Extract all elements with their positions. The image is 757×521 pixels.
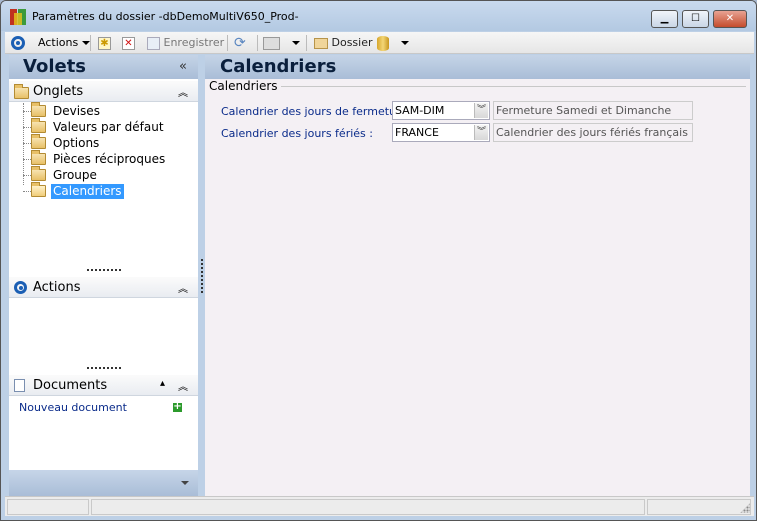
folder-icon xyxy=(31,118,46,133)
holiday-calendar-label: Calendrier des jours fériés : xyxy=(221,127,373,140)
section-splitter[interactable] xyxy=(87,269,121,271)
save-icon xyxy=(147,36,160,50)
toolbar: Actions ✱ ✕ Enregistrer ⟳ Dossier xyxy=(5,32,754,54)
title-bar[interactable]: Paramètres du dossier -dbDemoMultiV650_P… xyxy=(1,1,756,31)
holiday-calendar-value: FRANCE xyxy=(395,126,439,139)
onglets-section-header[interactable]: Onglets ︽ xyxy=(9,81,198,102)
print-button[interactable] xyxy=(263,35,300,51)
chevron-up-icon[interactable]: ▴ xyxy=(160,378,165,389)
status-bar xyxy=(5,496,754,516)
chevron-down-icon xyxy=(400,41,409,45)
left-panel-footer xyxy=(9,470,198,496)
main-header: Calendriers xyxy=(205,55,750,79)
double-chevron-up-icon[interactable]: ︽ xyxy=(178,84,188,99)
toolbar-separator xyxy=(90,35,91,51)
tree-item-label: Valeurs par défaut xyxy=(53,120,164,134)
chevron-down-icon xyxy=(81,41,90,45)
folder-icon xyxy=(31,166,46,181)
database-button[interactable] xyxy=(377,35,409,51)
volets-title: Volets xyxy=(23,56,87,77)
tree-item-label: Devises xyxy=(53,104,100,118)
tree-item-calendriers[interactable]: Calendriers xyxy=(23,182,193,199)
tree-item-pieces-reciproques[interactable]: Pièces réciproques xyxy=(23,150,193,167)
delete-icon[interactable]: ✕ xyxy=(122,35,135,51)
holiday-calendar-description: Calendrier des jours fériés français xyxy=(493,123,693,142)
print-icon xyxy=(263,36,280,50)
ring-icon[interactable] xyxy=(11,35,25,51)
folder-icon xyxy=(31,150,46,165)
onglets-label: Onglets xyxy=(33,84,84,99)
save-button[interactable]: Enregistrer xyxy=(147,35,224,51)
closing-calendar-value: SAM-DIM xyxy=(395,104,445,117)
maximize-button[interactable]: ☐ xyxy=(682,10,709,28)
add-document-icon[interactable]: + xyxy=(173,402,182,412)
main-panel: Calendriers Calendriers Calendrier des j… xyxy=(205,55,750,496)
tree-item-groupe[interactable]: Groupe xyxy=(23,166,193,183)
refresh-icon[interactable]: ⟳ xyxy=(234,35,246,51)
double-chevron-down-icon[interactable]: ︾ xyxy=(474,125,488,140)
new-icon[interactable]: ✱ xyxy=(98,35,111,51)
close-button[interactable]: ✕ xyxy=(713,10,747,28)
double-chevron-up-icon[interactable]: ︽ xyxy=(178,378,188,393)
tree-item-label: Pièces réciproques xyxy=(53,152,166,166)
minimize-button[interactable]: ▁ xyxy=(651,10,678,28)
app-icon xyxy=(10,9,26,25)
documents-label: Documents xyxy=(33,378,108,393)
tree-item-label: Calendriers xyxy=(51,184,124,199)
status-cell xyxy=(647,499,751,515)
folder-icon xyxy=(31,102,46,117)
save-label: Enregistrer xyxy=(163,36,225,49)
left-panel: Volets « Onglets ︽ Devises Valeurs par d… xyxy=(9,55,198,496)
new-document-link[interactable]: Nouveau document xyxy=(19,401,127,414)
chevron-down-icon[interactable] xyxy=(181,481,189,485)
tree-item-devises[interactable]: Devises xyxy=(23,102,193,119)
group-divider xyxy=(281,86,746,87)
double-chevron-down-icon[interactable]: ︾ xyxy=(474,103,488,118)
toolbar-separator xyxy=(257,35,258,51)
window-title: Paramètres du dossier -dbDemoMultiV650_P… xyxy=(32,10,299,23)
closing-calendar-select[interactable]: SAM-DIM ︾ xyxy=(392,101,490,120)
open-folder-icon xyxy=(31,182,46,197)
actions-menu-button[interactable]: Actions xyxy=(38,35,90,51)
folder-icon xyxy=(31,134,46,149)
app-window: Paramètres du dossier -dbDemoMultiV650_P… xyxy=(0,0,757,521)
status-cell xyxy=(7,499,89,515)
status-cell xyxy=(91,499,645,515)
closing-calendar-description: Fermeture Samedi et Dimanche xyxy=(493,101,693,120)
document-icon xyxy=(14,379,25,392)
folder-label: Dossier xyxy=(331,36,373,49)
ring-icon xyxy=(14,280,27,294)
tree-item-label: Groupe xyxy=(53,168,97,182)
database-icon xyxy=(377,35,389,51)
tree-item-label: Options xyxy=(53,136,100,150)
section-splitter[interactable] xyxy=(87,367,121,369)
actions-section-header[interactable]: Actions ︽ xyxy=(9,277,198,298)
folder-button[interactable]: Dossier xyxy=(314,35,373,51)
page-title: Calendriers xyxy=(220,56,337,77)
double-chevron-up-icon[interactable]: ︽ xyxy=(178,280,188,295)
volets-header: Volets « xyxy=(9,55,198,79)
vertical-splitter[interactable] xyxy=(201,259,203,293)
chevron-down-icon xyxy=(291,41,300,45)
toolbar-separator xyxy=(306,35,307,51)
holiday-calendar-select[interactable]: FRANCE ︾ xyxy=(392,123,490,142)
folder-icon xyxy=(14,84,29,99)
actions-menu-label: Actions xyxy=(38,36,79,49)
documents-section-header[interactable]: Documents ▴ ︽ xyxy=(9,375,198,396)
toolbar-separator xyxy=(227,35,228,51)
group-legend: Calendriers xyxy=(209,79,278,93)
actions-label: Actions xyxy=(33,280,81,295)
closing-calendar-label: Calendrier des jours de fermeture : xyxy=(221,105,415,118)
tree-item-options[interactable]: Options xyxy=(23,134,193,151)
folder-icon xyxy=(314,37,328,49)
tree-item-valeurs-par-defaut[interactable]: Valeurs par défaut xyxy=(23,118,193,135)
collapse-panel-icon[interactable]: « xyxy=(179,59,187,74)
